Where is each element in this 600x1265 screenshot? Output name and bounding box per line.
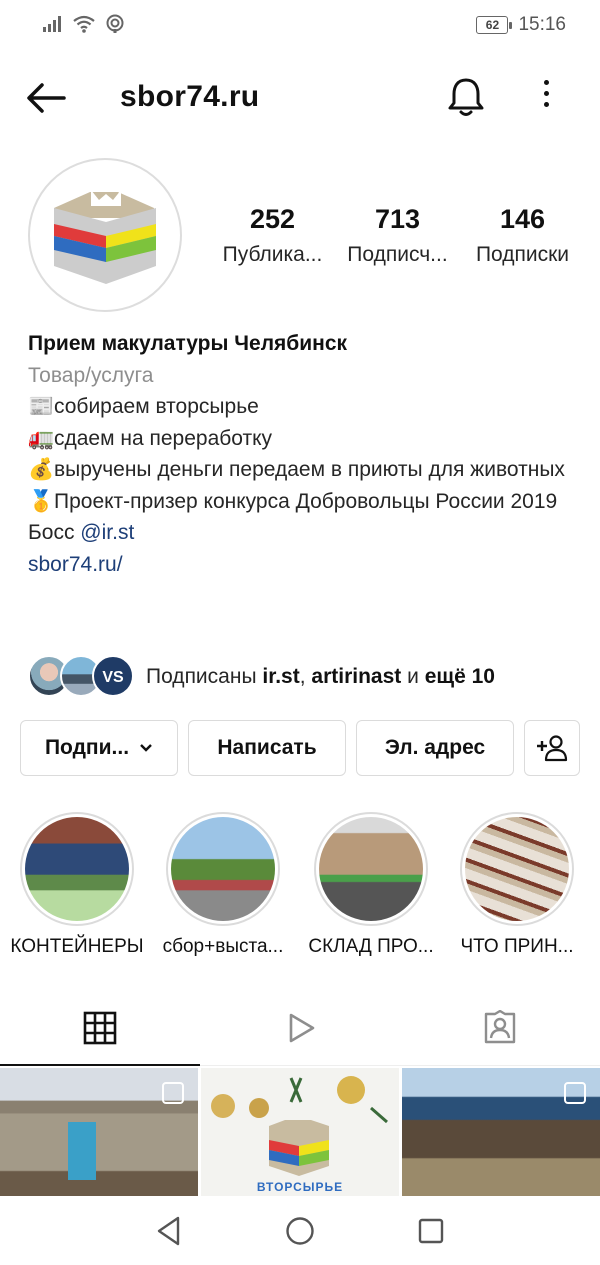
grid-icon: [83, 1011, 117, 1044]
nav-recents-icon[interactable]: [416, 1216, 446, 1246]
conjunction: и: [401, 665, 425, 688]
highlight-thumbnail: [171, 817, 275, 921]
highlight-thumbnail: [25, 817, 129, 921]
highlight-item[interactable]: сбор+выста...: [148, 812, 298, 958]
highlight-thumbnail: [465, 817, 569, 921]
email-button[interactable]: Эл. адрес: [356, 720, 514, 776]
truck-icon: 🚛: [28, 426, 55, 450]
highlight-label: ЧТО ПРИН...: [460, 936, 574, 957]
tab-grid[interactable]: [0, 990, 200, 1066]
status-bar: 62 15:16: [0, 0, 600, 52]
post-decoration: [211, 1076, 388, 1176]
system-nav-bar: [0, 1196, 600, 1265]
stat-posts-count: 252: [249, 204, 296, 234]
wifi-icon: [73, 15, 95, 33]
following-button-label: Подпи...: [44, 736, 130, 759]
stat-followers[interactable]: 713 Подписч...: [335, 204, 460, 267]
add-user-icon: [537, 735, 568, 762]
highlight-item[interactable]: ЧТО ПРИН...: [442, 812, 592, 958]
app-bar: sbor74.ru: [0, 62, 600, 134]
bio-line: 🚛сдаем на переработку: [28, 423, 588, 455]
followed-by-text: Подписаны ir.st, artirinast и ещё 10: [146, 665, 495, 689]
separator: ,: [299, 665, 312, 688]
post-caption: ВТОРСЫРЬЕ: [256, 1180, 344, 1194]
vs-logo-icon: VS: [102, 669, 124, 686]
highlight-thumbnail: [319, 817, 423, 921]
highlight-item[interactable]: СКЛАД ПРО...: [296, 812, 446, 958]
highlight-label: КОНТЕЙНЕРЫ: [10, 936, 144, 957]
stat-followers-label: Подписч...: [347, 243, 448, 266]
profile-full-name: Прием макулатуры Челябинск: [28, 332, 348, 355]
post-thumbnail[interactable]: [402, 1068, 600, 1196]
bio-line-text: Проект-призер конкурса Добровольцы Росси…: [54, 489, 558, 513]
back-arrow-icon[interactable]: [24, 80, 68, 116]
poster-image: [68, 1122, 96, 1180]
nav-home-icon[interactable]: [284, 1215, 316, 1247]
play-icon: [289, 1013, 315, 1042]
following-button[interactable]: Подпи...: [20, 720, 178, 776]
followed-by-prefix: Подписаны: [146, 665, 263, 688]
battery-icon: 62: [476, 16, 513, 34]
hotspot-icon: [106, 14, 124, 33]
signal-icon: [43, 16, 61, 32]
profile-avatar[interactable]: [28, 158, 182, 312]
highlight-item[interactable]: КОНТЕЙНЕРЫ: [2, 812, 152, 958]
highlight-label: сбор+выста...: [162, 936, 284, 957]
tab-reels[interactable]: [200, 990, 400, 1065]
bio-line-text: собираем вторсырье: [54, 395, 259, 418]
profile-tabs: [0, 990, 600, 1066]
tagged-user-icon: [484, 1009, 516, 1043]
avatar: VS: [92, 655, 134, 697]
more-options-icon[interactable]: [532, 80, 560, 116]
brand-logo-box: [36, 166, 174, 304]
money-bag-icon: 💰: [28, 458, 55, 481]
bell-icon[interactable]: [446, 76, 486, 118]
highlight-label: СКЛАД ПРО...: [308, 936, 434, 957]
bio-line-text: сдаем на переработку: [54, 426, 273, 450]
followed-by[interactable]: VS Подписаны ir.st, artirinast и ещё 10: [28, 654, 588, 700]
tab-tagged[interactable]: [400, 990, 600, 1065]
profile-stats: 252 Публика... 713 Подписч... 146 Подпис…: [210, 204, 585, 267]
battery-level: 62: [485, 18, 500, 32]
message-button[interactable]: Написать: [188, 720, 346, 776]
followed-by-more: ещё 10: [424, 665, 495, 688]
story-highlights: КОНТЕЙНЕРЫ сбор+выста... СКЛАД ПРО... ЧТ…: [0, 812, 600, 962]
followed-by-user: ir.st: [262, 665, 300, 688]
post-thumbnail[interactable]: [0, 1068, 198, 1196]
stat-followers-count: 713: [374, 204, 421, 234]
profile-category[interactable]: Товар/услуга: [28, 360, 588, 392]
medal-icon: 🥇: [28, 489, 55, 513]
newspaper-icon: 📰: [28, 395, 55, 418]
website-link[interactable]: sbor74.ru/: [28, 549, 588, 581]
posts-grid: ВТОРСЫРЬЕ: [0, 1068, 600, 1196]
bio-line-text: выручены деньги передаем в приюты для жи…: [54, 458, 565, 481]
profile-username: sbor74.ru: [120, 80, 260, 113]
chevron-down-icon: [140, 744, 152, 752]
bio-line: 💰выручены деньги передаем в приюты для ж…: [28, 454, 588, 486]
clock: 15:16: [518, 14, 566, 35]
stat-following-count: 146: [499, 204, 546, 234]
stat-posts-label: Публика...: [222, 243, 323, 266]
post-thumbnail[interactable]: ВТОРСЫРЬЕ: [201, 1068, 399, 1196]
bio-line: 📰собираем вторсырье: [28, 391, 588, 423]
bio-boss-line: Босс @ir.st: [28, 517, 588, 549]
profile-bio: Прием макулатуры Челябинск Товар/услуга …: [28, 328, 588, 580]
boss-handle-link[interactable]: @ir.st: [80, 521, 134, 544]
bio-line: 🥇Проект-призер конкурса Добровольцы Росс…: [28, 486, 588, 518]
multi-photo-icon: [162, 1082, 184, 1104]
add-user-button[interactable]: [524, 720, 580, 776]
stat-following[interactable]: 146 Подписки: [460, 204, 585, 267]
boss-label: Босс: [28, 521, 81, 544]
nav-back-icon[interactable]: [154, 1215, 184, 1247]
multi-photo-icon: [564, 1082, 586, 1104]
profile-actions: Подпи... Написать Эл. адрес: [20, 720, 580, 776]
stat-posts[interactable]: 252 Публика...: [210, 204, 335, 267]
svg-text:VS: VS: [102, 669, 124, 686]
stat-following-label: Подписки: [475, 243, 570, 266]
followed-by-user: artirinast: [311, 665, 402, 688]
